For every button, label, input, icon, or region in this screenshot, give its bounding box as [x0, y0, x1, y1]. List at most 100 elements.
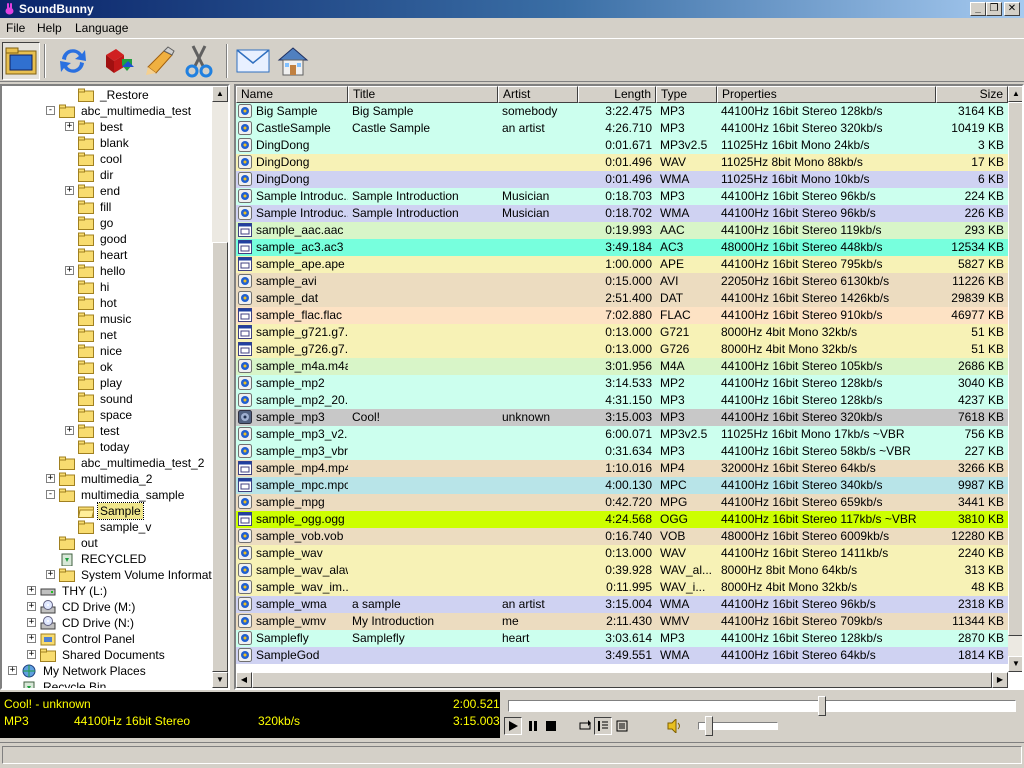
- tree-item[interactable]: Recycle Bin: [8, 679, 207, 688]
- tree-vertical-scrollbar[interactable]: ▲ ▼: [212, 86, 228, 688]
- table-row[interactable]: sample_mp3_v2.5 6:00.071 MP3v2.5 11025Hz 16…: [236, 426, 1008, 443]
- tree-item[interactable]: hot: [65, 295, 207, 311]
- play-button[interactable]: [504, 717, 522, 735]
- table-row[interactable]: sample_mp4.mp4 1:10.016 MP4 32000Hz 16bit S…: [236, 460, 1008, 477]
- close-button[interactable]: ✕: [1004, 2, 1020, 16]
- tree-item[interactable]: + System Volume Information: [46, 567, 228, 583]
- tree-item[interactable]: play: [65, 375, 207, 391]
- play-all-button[interactable]: [613, 717, 631, 735]
- tag-edit-button[interactable]: [140, 42, 178, 80]
- tree-item[interactable]: + hello: [65, 263, 207, 279]
- folder-tree[interactable]: _Restore - abc_multimedia_test + best blank co…: [0, 84, 230, 690]
- table-row[interactable]: sample_wma a sample an artist 3:15.004 WMA 44…: [236, 596, 1008, 613]
- pause-button[interactable]: [524, 717, 542, 735]
- expand-icon[interactable]: +: [27, 602, 36, 611]
- seek-thumb[interactable]: [818, 696, 826, 716]
- scroll-thumb[interactable]: [252, 672, 992, 688]
- tree-item[interactable]: + Shared Documents: [27, 647, 207, 663]
- tree-item[interactable]: - multimedia_sample: [46, 487, 207, 503]
- play-single-button[interactable]: [594, 717, 612, 735]
- table-row[interactable]: Samplefly Samplefly heart 3:03.614 MP3 44100H…: [236, 630, 1008, 647]
- tree-item[interactable]: + multimedia_2: [46, 471, 207, 487]
- expand-icon[interactable]: +: [27, 634, 36, 643]
- tree-item[interactable]: dir: [65, 167, 207, 183]
- table-row[interactable]: sample_ape.ape 1:00.000 APE 44100Hz 16bit S…: [236, 256, 1008, 273]
- expand-icon[interactable]: +: [27, 650, 36, 659]
- tree-item[interactable]: good: [65, 231, 207, 247]
- column-header-type[interactable]: Type: [656, 86, 717, 103]
- mail-button[interactable]: [234, 42, 272, 80]
- scroll-thumb[interactable]: [212, 242, 228, 672]
- mute-button[interactable]: [666, 717, 684, 735]
- table-row[interactable]: DingDong 0:01.671 MP3v2.5 11025Hz 16bit Mon…: [236, 137, 1008, 154]
- tree-item[interactable]: + CD Drive (M:): [27, 599, 207, 615]
- table-row[interactable]: CastleSample Castle Sample an artist 4:26.7…: [236, 120, 1008, 137]
- tree-item[interactable]: sample_v: [65, 519, 207, 535]
- tree-item[interactable]: space: [65, 407, 207, 423]
- table-row[interactable]: DingDong 0:01.496 WAV 11025Hz 8bit Mono 88k…: [236, 154, 1008, 171]
- collapse-icon[interactable]: -: [46, 490, 55, 499]
- table-row[interactable]: sample_wav_alaw 0:39.928 WAV_al... 8000Hz 8…: [236, 562, 1008, 579]
- table-row[interactable]: sample_vob.vob 0:16.740 VOB 48000Hz 16bit S…: [236, 528, 1008, 545]
- tree-item[interactable]: blank: [65, 135, 207, 151]
- column-header-name[interactable]: Name: [236, 86, 348, 103]
- expand-icon[interactable]: +: [8, 666, 17, 675]
- table-row[interactable]: sample_wav 0:13.000 WAV 44100Hz 16bit Stere…: [236, 545, 1008, 562]
- table-row[interactable]: sample_flac.flac 7:02.880 FLAC 44100Hz 16bi…: [236, 307, 1008, 324]
- table-row[interactable]: Sample Introduc... Sample Introduction Mus…: [236, 188, 1008, 205]
- table-row[interactable]: SampleGod 3:49.551 WMA 44100Hz 16bit Stereo…: [236, 647, 1008, 664]
- tree-item[interactable]: today: [65, 439, 207, 455]
- table-row[interactable]: sample_mpg 0:42.720 MPG 44100Hz 16bit Stere…: [236, 494, 1008, 511]
- column-header-artist[interactable]: Artist: [498, 86, 578, 103]
- table-row[interactable]: sample_dat 2:51.400 DAT 44100Hz 16bit Stere…: [236, 290, 1008, 307]
- table-row[interactable]: sample_aac.aac 0:19.993 AAC 44100Hz 16bit S…: [236, 222, 1008, 239]
- table-row[interactable]: sample_ogg.ogg 4:24.568 OGG 44100Hz 16bit S…: [236, 511, 1008, 528]
- tree-item[interactable]: + best: [65, 119, 207, 135]
- tree-item[interactable]: fill: [65, 199, 207, 215]
- tree-item[interactable]: net: [65, 327, 207, 343]
- table-row[interactable]: sample_mp2_20... 4:31.150 MP3 44100Hz 16bit…: [236, 392, 1008, 409]
- tree-item[interactable]: go: [65, 215, 207, 231]
- table-row[interactable]: sample_mp3_vbr 0:31.634 MP3 44100Hz 16bit S…: [236, 443, 1008, 460]
- table-row[interactable]: DingDong 0:01.496 WMA 11025Hz 16bit Mono 10…: [236, 171, 1008, 188]
- home-button[interactable]: [274, 42, 312, 80]
- list-horizontal-scrollbar[interactable]: ◀ ▶: [236, 672, 1008, 688]
- tree-item[interactable]: out: [46, 535, 207, 551]
- table-row[interactable]: sample_mp2 3:14.533 MP2 44100Hz 16bit Stere…: [236, 375, 1008, 392]
- browse-folder-button[interactable]: [2, 42, 40, 80]
- column-header-props[interactable]: Properties: [717, 86, 936, 103]
- tree-item[interactable]: + My Network Places: [8, 663, 207, 679]
- expand-icon[interactable]: +: [65, 122, 74, 131]
- minimize-button[interactable]: _: [970, 2, 986, 16]
- tree-item[interactable]: ok: [65, 359, 207, 375]
- tree-item[interactable]: music: [65, 311, 207, 327]
- refresh-button[interactable]: [54, 42, 92, 80]
- file-list[interactable]: Name Title Artist Length Type Properties Size …: [234, 84, 1024, 690]
- tree-item[interactable]: RECYCLED: [46, 551, 207, 567]
- scroll-left-button[interactable]: ◀: [236, 672, 252, 688]
- expand-icon[interactable]: +: [46, 474, 55, 483]
- tree-item[interactable]: hi: [65, 279, 207, 295]
- column-header-length[interactable]: Length: [578, 86, 656, 103]
- scroll-thumb[interactable]: [1008, 102, 1022, 636]
- column-header-title[interactable]: Title: [348, 86, 498, 103]
- volume-thumb[interactable]: [705, 716, 713, 736]
- scroll-right-button[interactable]: ▶: [992, 672, 1008, 688]
- tree-item[interactable]: sound: [65, 391, 207, 407]
- table-row[interactable]: Big Sample Big Sample somebody 3:22.475 MP3 4…: [236, 103, 1008, 120]
- tree-item[interactable]: + CD Drive (N:): [27, 615, 207, 631]
- scroll-down-button[interactable]: ▼: [212, 672, 228, 688]
- table-row[interactable]: sample_g721.g7... 0:13.000 G721 8000Hz 4bit…: [236, 324, 1008, 341]
- tree-item[interactable]: + test: [65, 423, 207, 439]
- tree-item[interactable]: nice: [65, 343, 207, 359]
- table-row[interactable]: sample_wav_im... 0:11.995 WAV_i... 8000Hz 4…: [236, 579, 1008, 596]
- expand-icon[interactable]: +: [27, 586, 36, 595]
- expand-icon[interactable]: +: [27, 618, 36, 627]
- collapse-icon[interactable]: -: [46, 106, 55, 115]
- table-row[interactable]: sample_mpc.mpc 4:00.130 MPC 44100Hz 16bit S…: [236, 477, 1008, 494]
- tree-item[interactable]: + Control Panel: [27, 631, 207, 647]
- scroll-down-button[interactable]: ▼: [1008, 656, 1022, 672]
- tree-item[interactable]: - abc_multimedia_test: [46, 103, 207, 119]
- tree-item[interactable]: Sample: [65, 502, 207, 520]
- table-row[interactable]: sample_ac3.ac3 3:49.184 AC3 48000Hz 16bit S…: [236, 239, 1008, 256]
